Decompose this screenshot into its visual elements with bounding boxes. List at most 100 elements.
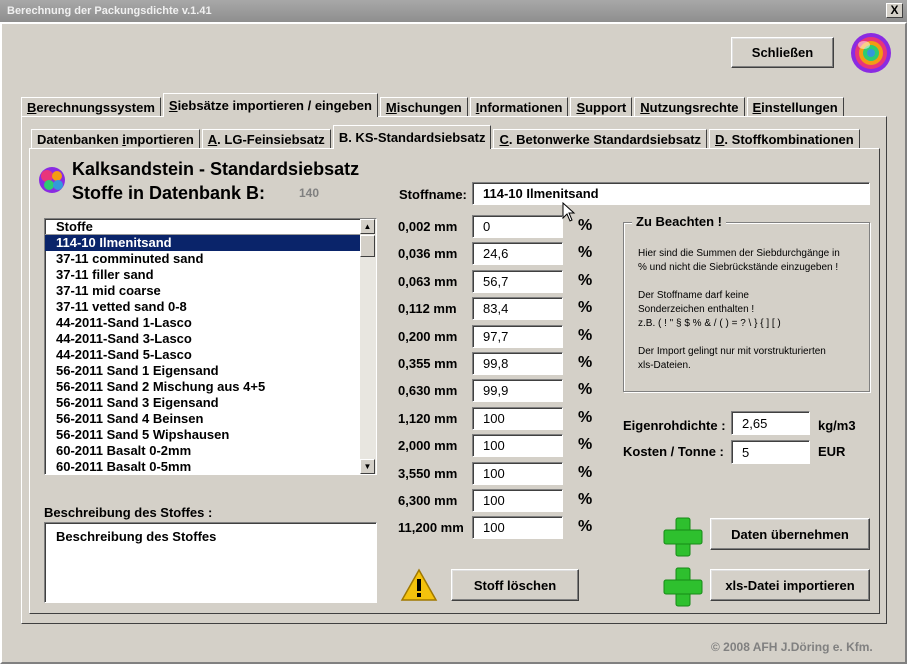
scroll-up-button[interactable]: ▲: [360, 219, 375, 234]
sieve-size-label: 0,112 mm: [398, 301, 457, 316]
percent-sign: %: [578, 464, 593, 481]
sieve-value-input[interactable]: 100: [472, 434, 563, 457]
percent-sign: %: [578, 327, 593, 344]
plus-icon: [663, 517, 703, 557]
sieve-size-label: 0,036 mm: [398, 246, 458, 261]
sieve-value-input[interactable]: 99,9: [472, 379, 563, 402]
warning-icon: [400, 568, 438, 601]
sieve-size-label: 0,355 mm: [398, 356, 458, 371]
tab-berechnungssystem[interactable]: Berechnungssystem: [21, 97, 161, 117]
copyright-footer: © 2008 AFH J.Döring e. Kfm.: [711, 640, 873, 654]
sieve-size-label: 1,120 mm: [398, 411, 458, 426]
sieve-size-label: 3,550 mm: [398, 466, 458, 481]
window-close-button[interactable]: X: [886, 3, 903, 18]
sieve-value-input[interactable]: 97,7: [472, 325, 563, 348]
list-item[interactable]: 114-10 Ilmenitsand: [45, 235, 376, 251]
notes-title: Zu Beachten !: [632, 214, 726, 229]
panel-title: Kalksandstein - Standardsiebsatz: [72, 159, 360, 179]
list-item[interactable]: 56-2011 Sand 5 Wipshausen: [45, 427, 376, 443]
sieve-value-input[interactable]: 100: [472, 516, 563, 539]
list-item[interactable]: 56-2011 Sand 2 Mischung aus 4+5: [45, 379, 376, 395]
sieve-value-input[interactable]: 99,8: [472, 352, 563, 375]
tab-mischungen[interactable]: Mischungen: [379, 97, 468, 117]
subtab-ks-standardsiebsatz[interactable]: B. KS-Standardsiebsatz: [332, 125, 492, 149]
cost-input[interactable]: 5: [731, 440, 810, 464]
list-item[interactable]: 37-11 comminuted sand: [45, 251, 376, 267]
plus-icon: [663, 567, 703, 607]
sieve-value-input[interactable]: 100: [472, 407, 563, 430]
sieve-value-input[interactable]: 0: [472, 215, 563, 238]
density-label: Eigenrohdichte :: [623, 418, 726, 433]
percent-sign: %: [578, 217, 593, 234]
tab-nutzungsrechte[interactable]: Nutzungsrechte: [634, 97, 745, 117]
window-title-bar: Berechnung der Packungsdichte v.1.41: [0, 0, 907, 22]
list-item[interactable]: 56-2011 Sand 1 Eigensand: [45, 363, 376, 379]
material-list[interactable]: Stoffe 114-10 Ilmenitsand 37-11 comminute…: [44, 218, 377, 475]
list-item[interactable]: 60-2011 Basalt 0-5mm: [45, 459, 376, 475]
sieve-value-input[interactable]: 100: [472, 489, 563, 512]
percent-sign: %: [578, 244, 593, 261]
mouse-cursor-icon: [562, 202, 576, 222]
cost-unit: EUR: [818, 444, 846, 459]
sieve-size-label: 6,300 mm: [398, 493, 458, 508]
list-item[interactable]: 37-11 mid coarse: [45, 283, 376, 299]
percent-sign: %: [578, 491, 593, 508]
subtab-betonwerke[interactable]: C. Betonwerke Standardsiebsatz: [493, 129, 708, 149]
scroll-down-button[interactable]: ▼: [360, 459, 375, 474]
list-item[interactable]: 44-2011-Sand 1-Lasco: [45, 315, 376, 331]
percent-sign: %: [578, 354, 593, 371]
density-input[interactable]: 2,65: [731, 411, 810, 435]
list-item[interactable]: 44-2011-Sand 3-Lasco: [45, 331, 376, 347]
description-textarea[interactable]: Beschreibung des Stoffes: [44, 522, 377, 603]
sieve-size-label: 2,000 mm: [398, 438, 458, 453]
stoffname-label: Stoffname:: [399, 187, 467, 202]
percent-sign: %: [578, 272, 593, 289]
window-title: Berechnung der Packungsdichte v.1.41: [7, 5, 212, 17]
sieve-value-input[interactable]: 56,7: [472, 270, 563, 293]
percent-sign: %: [578, 381, 593, 398]
database-icon: [39, 167, 65, 193]
sieve-value-input[interactable]: 83,4: [472, 297, 563, 320]
list-item[interactable]: 44-2011-Sand 5-Lasco: [45, 347, 376, 363]
close-button[interactable]: Schließen: [731, 37, 834, 68]
percent-sign: %: [578, 409, 593, 426]
panel-subtitle: Stoffe in Datenbank B:: [72, 183, 266, 203]
sieve-size-label: 0,002 mm: [398, 219, 458, 234]
sieve-size-label: 11,200 mm: [398, 520, 464, 535]
list-item[interactable]: 56-2011 Sand 3 Eigensand: [45, 395, 376, 411]
app-logo-icon: [851, 33, 891, 73]
sub-tab-bar: Datenbanken importieren A. LG-Feinsiebsa…: [31, 125, 862, 149]
delete-material-button[interactable]: Stoff löschen: [451, 569, 579, 601]
sieve-size-label: 0,630 mm: [398, 383, 458, 398]
scroll-thumb[interactable]: [360, 235, 375, 257]
main-tab-bar: Berechnungssystem Siebsätze importieren …: [21, 93, 846, 117]
subtab-stoffkombinationen[interactable]: D. Stoffkombinationen: [709, 129, 860, 149]
list-item[interactable]: 37-11 filler sand: [45, 267, 376, 283]
tab-support[interactable]: Support: [570, 97, 633, 117]
list-item[interactable]: 37-11 vetted sand 0-8: [45, 299, 376, 315]
list-header: Stoffe: [45, 219, 376, 235]
import-xls-button[interactable]: xls-Datei importieren: [710, 569, 870, 601]
list-item[interactable]: 56-2011 Sand 4 Beinsen: [45, 411, 376, 427]
stoffname-input[interactable]: 114-10 Ilmenitsand: [472, 182, 870, 205]
percent-sign: %: [578, 299, 593, 316]
percent-sign: %: [578, 518, 593, 535]
density-unit: kg/m3: [818, 418, 856, 433]
list-item[interactable]: 60-2011 Basalt 0-2mm: [45, 443, 376, 459]
sieve-size-label: 0,063 mm: [398, 274, 458, 289]
cost-label: Kosten / Tonne :: [623, 444, 724, 459]
subtab-datenbanken-importieren[interactable]: Datenbanken importieren: [31, 129, 200, 149]
material-count: 140: [299, 186, 320, 200]
list-items: 114-10 Ilmenitsand 37-11 comminuted sand 3…: [45, 235, 376, 475]
sieve-size-label: 0,200 mm: [398, 329, 458, 344]
apply-data-button[interactable]: Daten übernehmen: [710, 518, 870, 550]
tab-siebsaetze[interactable]: Siebsätze importieren / eingeben: [162, 93, 378, 117]
notes-text: Hier sind die Summen der Siebdurchgänge …: [638, 248, 840, 371]
description-label: Beschreibung des Stoffes :: [44, 505, 213, 520]
tab-einstellungen[interactable]: Einstellungen: [746, 97, 844, 117]
sieve-value-input[interactable]: 24,6: [472, 242, 563, 265]
sieve-value-input[interactable]: 100: [472, 462, 563, 485]
list-scrollbar[interactable]: ▲ ▼: [360, 219, 376, 474]
tab-informationen[interactable]: Informationen: [469, 97, 569, 117]
subtab-lg-feinsiebsatz[interactable]: A. LG-Feinsiebsatz: [201, 129, 331, 149]
